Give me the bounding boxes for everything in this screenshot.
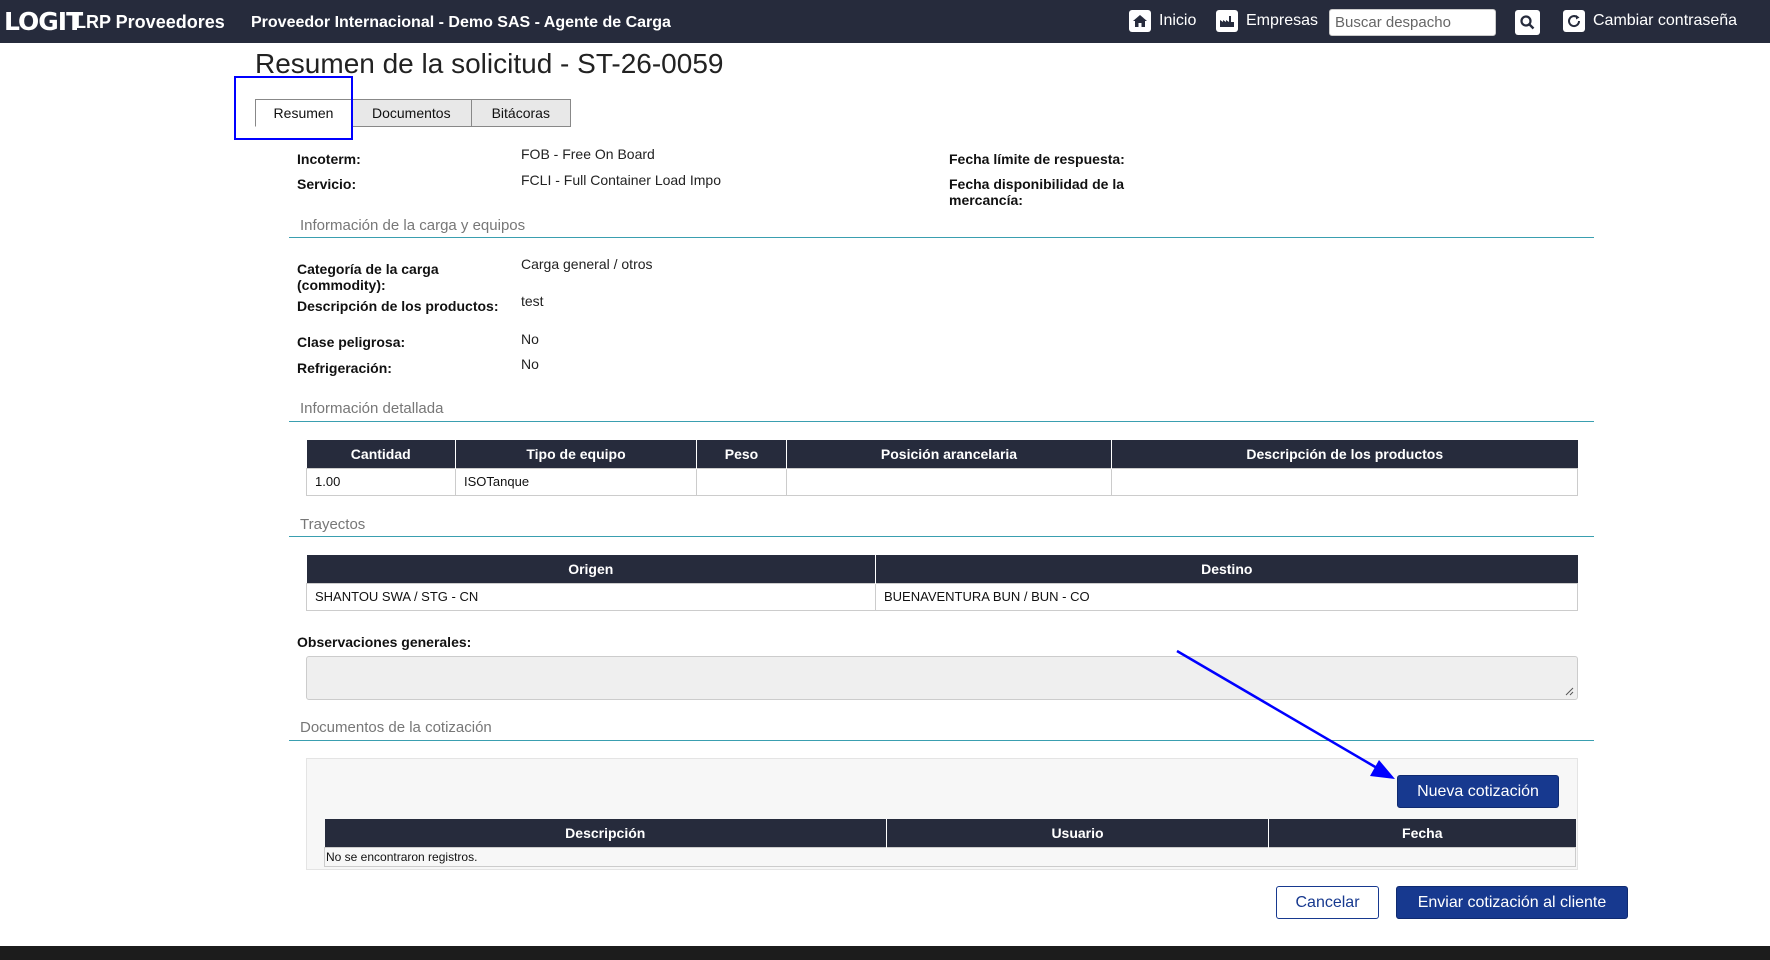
section-divider [289, 740, 1594, 741]
table-cell: ISOTanque [455, 467, 697, 496]
section-divider [289, 536, 1594, 537]
column-header: Cantidad [306, 440, 456, 468]
cancel-button[interactable]: Cancelar [1276, 886, 1379, 919]
logo[interactable]: LOGIT [4, 7, 83, 36]
send-quote-button[interactable]: Enviar cotización al cliente [1396, 886, 1628, 919]
table-header-row: Descripción Usuario Fecha [324, 819, 1576, 847]
column-header: Peso [696, 440, 787, 468]
provider-name: Proveedor Internacional - Demo SAS - Age… [251, 14, 671, 31]
availability-label: Fecha disponibilidad de la mercancía: [949, 176, 1125, 208]
service-label: Servicio: [297, 176, 357, 192]
top-navbar: LOGIT LRP Proveedores Proveedor Internac… [0, 0, 1770, 43]
commodity-value: Carga general / otros [521, 256, 653, 272]
column-header: Origen [306, 555, 876, 583]
table-row: SHANTOU SWA / STG - CN BUENAVENTURA BUN … [306, 582, 1578, 611]
commodity-label: Categoría de la carga (commodity): [297, 261, 439, 293]
section-title-detail: Información detallada [300, 400, 444, 417]
tab-bitacoras[interactable]: Bitácoras [470, 99, 571, 127]
table-cell [1111, 467, 1578, 496]
nav-home-label: Inicio [1159, 12, 1197, 29]
service-value: FCLI - Full Container Load Impo [521, 172, 721, 188]
section-divider [289, 237, 1594, 238]
nav-home[interactable]: Inicio [1129, 10, 1196, 32]
column-header: Fecha [1268, 819, 1576, 847]
search-button[interactable] [1515, 10, 1540, 35]
column-header: Destino [875, 555, 1578, 583]
table-cell [786, 467, 1112, 496]
deadline-label: Fecha límite de respuesta: [949, 151, 1125, 167]
nav-change-password[interactable]: Cambiar contraseña [1563, 10, 1737, 32]
section-title-cargo: Información de la carga y equipos [300, 217, 526, 234]
taskbar [0, 946, 1770, 960]
incoterm-label: Incoterm: [297, 151, 361, 167]
column-header: Posición arancelaria [786, 440, 1112, 468]
table-header-row: Cantidad Tipo de equipo Peso Posición ar… [306, 440, 1578, 468]
column-header: Descripción [324, 819, 887, 847]
table-cell: 1.00 [306, 467, 456, 496]
refrigeration-value: No [521, 356, 539, 372]
nav-change-password-label: Cambiar contraseña [1593, 12, 1738, 29]
empty-message: No se encontraron registros. [324, 846, 1576, 867]
column-header: Usuario [886, 819, 1269, 847]
resize-handle-icon[interactable] [1564, 686, 1574, 696]
table-cell: SHANTOU SWA / STG - CN [306, 582, 876, 611]
table-row: No se encontraron registros. [324, 846, 1576, 867]
table-cell [696, 467, 787, 496]
incoterm-value: FOB - Free On Board [521, 146, 655, 162]
quote-docs-table: Descripción Usuario Fecha No se encontra… [324, 819, 1576, 867]
dangerous-class-label: Clase peligrosa: [297, 334, 406, 350]
products-description-value: test [521, 293, 544, 309]
table-row: 1.00 ISOTanque [306, 467, 1578, 496]
nav-companies-label: Empresas [1246, 12, 1319, 29]
detail-table: Cantidad Tipo de equipo Peso Posición ar… [306, 440, 1578, 496]
home-icon [1129, 10, 1151, 32]
new-quote-button[interactable]: Nueva cotización [1397, 775, 1559, 808]
tab-documentos[interactable]: Documentos [351, 99, 472, 127]
annotation-highlight-box [234, 76, 353, 140]
column-header: Tipo de equipo [455, 440, 697, 468]
routes-table: Origen Destino SHANTOU SWA / STG - CN BU… [306, 555, 1578, 611]
nav-companies[interactable]: Empresas [1216, 10, 1318, 32]
factory-icon [1216, 10, 1238, 32]
app-title[interactable]: LRP Proveedores [75, 12, 225, 33]
table-cell: BUENAVENTURA BUN / BUN - CO [875, 582, 1578, 611]
observations-field[interactable] [306, 656, 1578, 700]
column-header: Descripción de los productos [1111, 440, 1578, 468]
observations-label: Observaciones generales: [297, 634, 472, 650]
section-divider [289, 421, 1594, 422]
refrigeration-label: Refrigeración: [297, 360, 392, 376]
section-title-quote-docs: Documentos de la cotización [300, 719, 492, 736]
refresh-icon [1563, 10, 1585, 32]
table-header-row: Origen Destino [306, 555, 1578, 583]
products-description-label: Descripción de los productos: [297, 298, 499, 314]
search-input[interactable] [1329, 9, 1496, 36]
section-title-routes: Trayectos [300, 516, 366, 533]
dangerous-class-value: No [521, 331, 539, 347]
search-icon [1520, 15, 1535, 30]
